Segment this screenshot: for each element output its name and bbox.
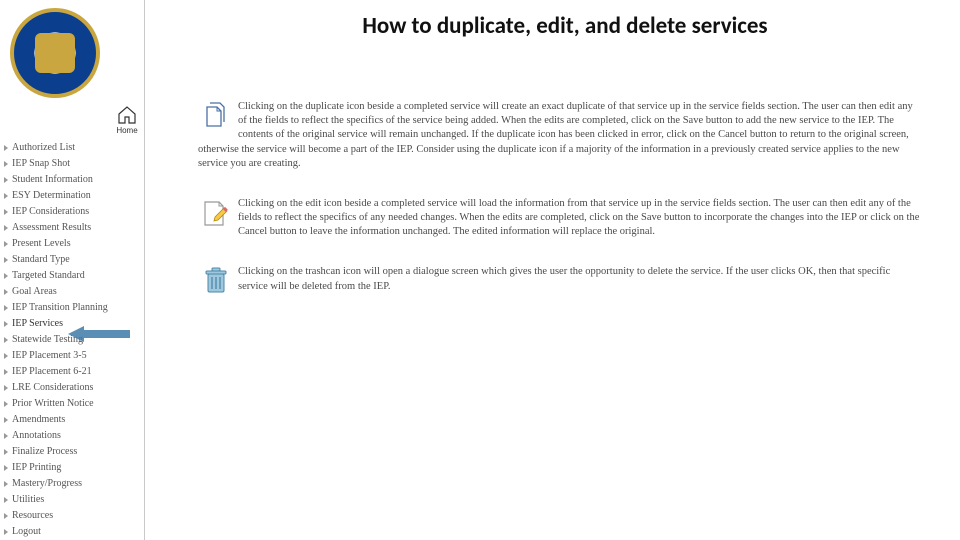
- sidebar-item-resources[interactable]: Resources: [4, 508, 144, 524]
- sidebar-item-amendments[interactable]: Amendments: [4, 412, 144, 428]
- home-button[interactable]: Home: [112, 106, 142, 135]
- sidebar-item-iep-considerations[interactable]: IEP Considerations: [4, 204, 144, 220]
- sidebar-item-iep-transition-planning[interactable]: IEP Transition Planning: [4, 300, 144, 316]
- home-icon: [112, 106, 142, 124]
- edit-icon: [198, 197, 234, 227]
- sidebar-item-present-levels[interactable]: Present Levels: [4, 236, 144, 252]
- sidebar-nav: Authorized ListIEP Snap ShotStudent Info…: [0, 140, 144, 540]
- edit-section: Clicking on the edit icon beside a compl…: [190, 197, 920, 240]
- duplicate-icon: [198, 100, 234, 130]
- sidebar-item-utilities[interactable]: Utilities: [4, 492, 144, 508]
- sidebar-item-student-information[interactable]: Student Information: [4, 172, 144, 188]
- sidebar-item-statewide-testing[interactable]: Statewide Testing: [4, 332, 144, 348]
- duplicate-section: Clicking on the duplicate icon beside a …: [190, 100, 920, 171]
- duplicate-description: Clicking on the duplicate icon beside a …: [198, 100, 920, 171]
- sidebar-item-esy-determination[interactable]: ESY Determination: [4, 188, 144, 204]
- sidebar-item-iep-printing[interactable]: IEP Printing: [4, 460, 144, 476]
- sidebar-item-iep-snap-shot[interactable]: IEP Snap Shot: [4, 156, 144, 172]
- sidebar-item-authorized-list[interactable]: Authorized List: [4, 140, 144, 156]
- sidebar-item-standard-type[interactable]: Standard Type: [4, 252, 144, 268]
- sidebar-item-lre-considerations[interactable]: LRE Considerations: [4, 380, 144, 396]
- sidebar-item-iep-services[interactable]: IEP Services: [4, 316, 144, 332]
- sidebar-item-assessment-results[interactable]: Assessment Results: [4, 220, 144, 236]
- sidebar-item-iep-placement-3-5[interactable]: IEP Placement 3-5: [4, 348, 144, 364]
- main-content: How to duplicate, edit, and delete servi…: [150, 0, 960, 540]
- page-title: How to duplicate, edit, and delete servi…: [210, 12, 920, 40]
- sidebar-item-annotations[interactable]: Annotations: [4, 428, 144, 444]
- sidebar-item-goal-areas[interactable]: Goal Areas: [4, 284, 144, 300]
- sidebar-item-iep-placement-6-21[interactable]: IEP Placement 6-21: [4, 364, 144, 380]
- trash-icon: [198, 265, 234, 295]
- delete-section: Clicking on the trashcan icon will open …: [190, 265, 920, 295]
- sidebar: Home Authorized ListIEP Snap ShotStudent…: [0, 0, 145, 540]
- delete-description: Clicking on the trashcan icon will open …: [198, 265, 920, 293]
- state-seal-logo: [10, 8, 100, 98]
- home-label: Home: [112, 126, 142, 135]
- edit-description: Clicking on the edit icon beside a compl…: [198, 197, 920, 240]
- sidebar-item-targeted-standard[interactable]: Targeted Standard: [4, 268, 144, 284]
- sidebar-item-prior-written-notice[interactable]: Prior Written Notice: [4, 396, 144, 412]
- sidebar-item-finalize-process[interactable]: Finalize Process: [4, 444, 144, 460]
- sidebar-item-logout[interactable]: Logout: [4, 524, 144, 540]
- sidebar-item-mastery-progress[interactable]: Mastery/Progress: [4, 476, 144, 492]
